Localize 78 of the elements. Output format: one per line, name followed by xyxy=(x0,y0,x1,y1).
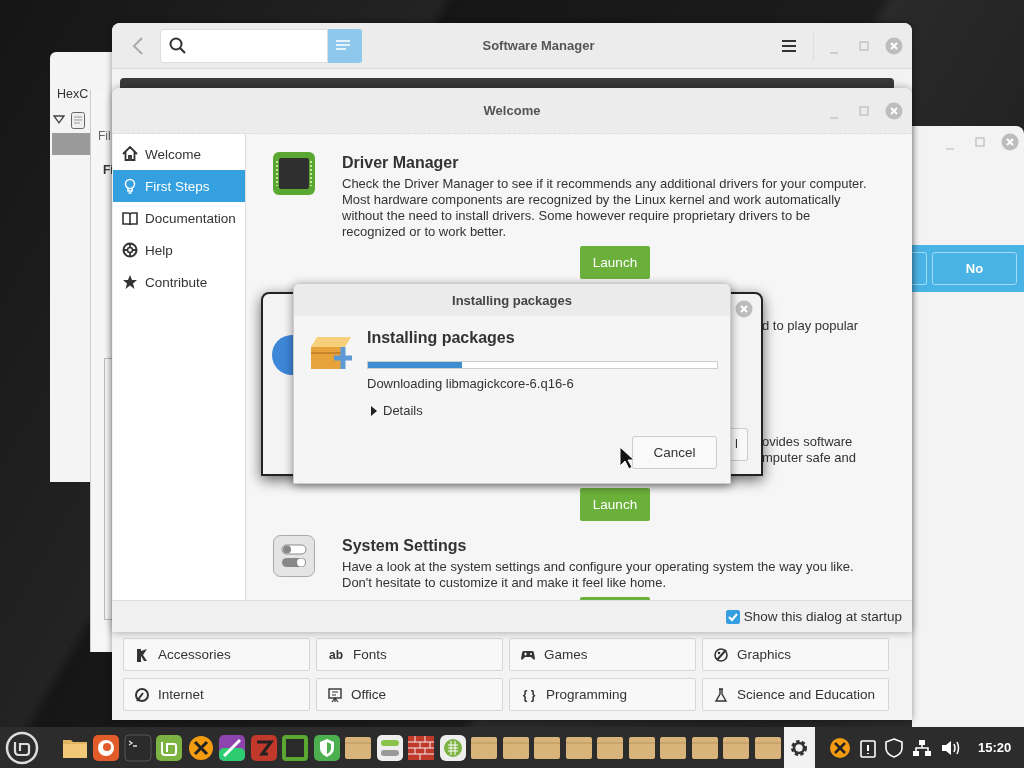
section-title: System Settings xyxy=(342,537,468,555)
category-button[interactable]: Accessories xyxy=(123,638,310,671)
back-icon xyxy=(132,35,144,56)
sidebar-item[interactable]: Documentation xyxy=(113,202,245,234)
shield-icon xyxy=(312,733,341,762)
category-button[interactable]: Internet xyxy=(123,678,310,711)
label: Fil xyxy=(98,129,111,143)
leaf-logo-icon xyxy=(155,733,184,762)
x-circle-icon xyxy=(186,733,215,762)
checkbox[interactable] xyxy=(725,609,740,624)
office-icon xyxy=(327,686,343,703)
checkbox-label: Show this dialog at startup xyxy=(743,609,902,624)
terminal-icon xyxy=(123,733,152,762)
search-field[interactable] xyxy=(160,28,328,63)
question-icon xyxy=(272,335,293,375)
dialog-title: Installing packages xyxy=(452,292,572,308)
section-description: Check the Driver Manager to see if it recommends any additional drivers for your computer. Most hardware components are recognized by the Linux kernel and work automatically without the need to install drivers. Some however require proprietary drivers to be recognized or to work better. xyxy=(342,176,868,240)
expander-icon[interactable] xyxy=(53,115,65,125)
category-button[interactable]: Games xyxy=(509,638,696,671)
description-line: ovides software xyxy=(762,434,854,450)
maximize-icon xyxy=(974,136,986,148)
grid-globe-icon xyxy=(438,733,467,762)
category-button[interactable]: ab Fonts xyxy=(316,638,503,671)
window-title: HexC xyxy=(57,87,89,101)
network-icon[interactable] xyxy=(912,738,932,757)
details-expander[interactable]: Details xyxy=(370,403,423,418)
brush-icon xyxy=(218,733,247,762)
taskbar-button[interactable] xyxy=(783,727,815,768)
graphics-icon xyxy=(713,646,729,663)
clock[interactable]: 15:20 xyxy=(978,740,1012,755)
star-icon xyxy=(122,274,138,290)
category-button[interactable]: Office xyxy=(316,678,503,711)
close-icon xyxy=(1001,133,1019,151)
home-icon xyxy=(122,146,138,162)
sidebar-item[interactable]: Welcome xyxy=(113,138,245,170)
help-icon xyxy=(122,242,138,258)
expander-icon xyxy=(370,405,378,416)
close-icon xyxy=(885,36,903,55)
category-button[interactable]: { } Programming xyxy=(509,678,696,711)
maximize-icon xyxy=(858,39,870,52)
dialog-button[interactable]: l xyxy=(731,428,748,461)
book-icon xyxy=(122,210,138,226)
fonts-icon: ab xyxy=(327,647,345,662)
clipboard-icon[interactable] xyxy=(860,737,876,758)
volume-icon[interactable] xyxy=(941,738,961,757)
x-circle-icon[interactable] xyxy=(829,736,851,759)
toggle-icon xyxy=(375,733,404,762)
window-title: Software Manager xyxy=(481,38,596,53)
description-line: mputer safe and xyxy=(762,450,857,466)
window-title: Welcome xyxy=(482,103,542,118)
menu-icon xyxy=(781,38,797,53)
programming-icon: { } xyxy=(520,687,538,702)
maximize-icon xyxy=(858,104,870,117)
status-text: Downloading libmagickcore-6.q16-6 xyxy=(367,376,574,391)
brick-wall-icon xyxy=(407,733,436,762)
close-icon xyxy=(885,101,903,120)
sidebar-item[interactable]: Contribute xyxy=(113,266,245,298)
section-title: Driver Manager xyxy=(342,154,460,172)
document-icon xyxy=(71,112,85,129)
search-icon xyxy=(169,36,187,55)
category-button[interactable]: Graphics xyxy=(702,638,889,671)
menu-logo-icon[interactable] xyxy=(5,730,39,765)
section-description: Have a look at the system settings and configure your operating system the way you like. Don't hesitate to customize it and make it feel like home. xyxy=(342,559,855,591)
shield-icon[interactable] xyxy=(885,737,903,758)
app-icon xyxy=(249,733,278,762)
description-line: d to play popular xyxy=(762,318,860,334)
category-button[interactable]: Science and Education xyxy=(702,678,889,711)
chip-icon xyxy=(281,733,310,762)
accessories-icon xyxy=(134,646,150,663)
science-icon xyxy=(713,686,729,703)
internet-icon xyxy=(134,686,150,703)
cursor-icon xyxy=(619,446,635,470)
bulb-icon xyxy=(122,178,138,194)
sidebar-item[interactable]: Help xyxy=(113,234,245,266)
chip-icon xyxy=(273,152,315,195)
toggles-icon xyxy=(273,535,315,577)
dialog-heading: Installing packages xyxy=(367,329,515,347)
cancel-button[interactable]: Cancel xyxy=(632,436,717,469)
